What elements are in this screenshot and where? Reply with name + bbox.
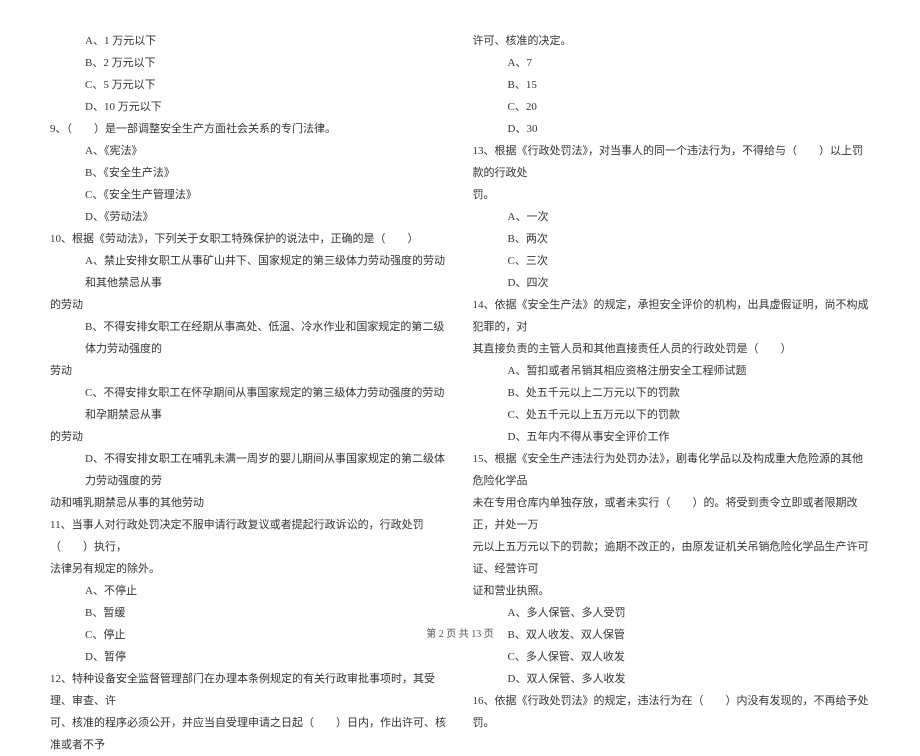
question-15: 15、根据《安全生产违法行为处罚办法》，剧毒化学品以及构成重大危险源的其他危险化… [473,448,871,492]
q10-option-b-cont: 劳动 [50,360,448,382]
question-12: 12、特种设备安全监督管理部门在办理本条例规定的有关行政审批事项时，其受理、审查… [50,668,448,712]
q8-option-d: D、10 万元以下 [50,96,448,118]
question-11-cont: 法律另有规定的除外。 [50,558,448,580]
q8-option-a: A、1 万元以下 [50,30,448,52]
question-14-cont: 其直接负责的主管人员和其他直接责任人员的行政处罚是（ ） [473,338,871,360]
q15-option-d: D、双人保管、多人收发 [473,668,871,690]
q14-option-a: A、暂扣或者吊销其相应资格注册安全工程师试题 [473,360,871,382]
q13-option-c: C、三次 [473,250,871,272]
q11-option-d: D、暂停 [50,646,448,668]
q12-option-a: A、7 [473,52,871,74]
question-11: 11、当事人对行政处罚决定不服申请行政复议或者提起行政诉讼的，行政处罚（ ）执行… [50,514,448,558]
question-12-cont2: 许可、核准的决定。 [473,30,871,52]
q13-option-b: B、两次 [473,228,871,250]
q10-option-b: B、不得安排女职工在经期从事高处、低温、冷水作业和国家规定的第二级体力劳动强度的 [50,316,448,360]
page-container: A、1 万元以下 B、2 万元以下 C、5 万元以下 D、10 万元以下 9、（… [50,30,870,610]
q14-option-b: B、处五千元以上二万元以下的罚款 [473,382,871,404]
q11-option-b: B、暂缓 [50,602,448,624]
q14-option-d: D、五年内不得从事安全评价工作 [473,426,871,448]
q10-option-d-cont: 动和哺乳期禁忌从事的其他劳动 [50,492,448,514]
question-13-cont: 罚。 [473,184,871,206]
q10-option-c: C、不得安排女职工在怀孕期间从事国家规定的第三级体力劳动强度的劳动和孕期禁忌从事 [50,382,448,426]
q9-option-c: C、《安全生产管理法》 [50,184,448,206]
right-column: 许可、核准的决定。 A、7 B、15 C、20 D、30 13、根据《行政处罚法… [473,30,871,610]
question-15-cont3: 证和营业执照。 [473,580,871,602]
question-10: 10、根据《劳动法》，下列关于女职工特殊保护的说法中，正确的是（ ） [50,228,448,250]
page-footer: 第 2 页 共 13 页 [0,625,920,640]
q9-option-d: D、《劳动法》 [50,206,448,228]
question-13: 13、根据《行政处罚法》，对当事人的同一个违法行为，不得给与（ ）以上罚款的行政… [473,140,871,184]
question-15-cont2: 元以上五万元以下的罚款；逾期不改正的，由原发证机关吊销危险化学品生产许可证、经营… [473,536,871,580]
q15-option-a: A、多人保管、多人受罚 [473,602,871,624]
q13-option-d: D、四次 [473,272,871,294]
q9-option-b: B、《安全生产法》 [50,162,448,184]
q12-option-b: B、15 [473,74,871,96]
q8-option-b: B、2 万元以下 [50,52,448,74]
q10-option-a: A、禁止安排女职工从事矿山井下、国家规定的第三级体力劳动强度的劳动和其他禁忌从事 [50,250,448,294]
question-12-cont: 可、核准的程序必须公开，并应当自受理申请之日起（ ）日内，作出许可、核准或者不予 [50,712,448,756]
q11-option-a: A、不停止 [50,580,448,602]
q15-option-c: C、多人保管、双人收发 [473,646,871,668]
q10-option-c-cont: 的劳动 [50,426,448,448]
question-15-cont: 未在专用仓库内单独存放，或者未实行（ ）的。将受到责令立即或者限期改正，并处一万 [473,492,871,536]
left-column: A、1 万元以下 B、2 万元以下 C、5 万元以下 D、10 万元以下 9、（… [50,30,448,610]
question-16: 16、依据《行政处罚法》的规定，违法行为在（ ）内没有发现的，不再给予处罚。 [473,690,871,734]
question-9: 9、（ ）是一部调整安全生产方面社会关系的专门法律。 [50,118,448,140]
q12-option-d: D、30 [473,118,871,140]
q9-option-a: A、《宪法》 [50,140,448,162]
q12-option-c: C、20 [473,96,871,118]
question-14: 14、依据《安全生产法》的规定，承担安全评价的机构，出具虚假证明，尚不构成犯罪的… [473,294,871,338]
q10-option-a-cont: 的劳动 [50,294,448,316]
q10-option-d: D、不得安排女职工在哺乳未满一周岁的婴儿期间从事国家规定的第二级体力劳动强度的劳 [50,448,448,492]
q8-option-c: C、5 万元以下 [50,74,448,96]
q13-option-a: A、一次 [473,206,871,228]
q14-option-c: C、处五千元以上五万元以下的罚款 [473,404,871,426]
